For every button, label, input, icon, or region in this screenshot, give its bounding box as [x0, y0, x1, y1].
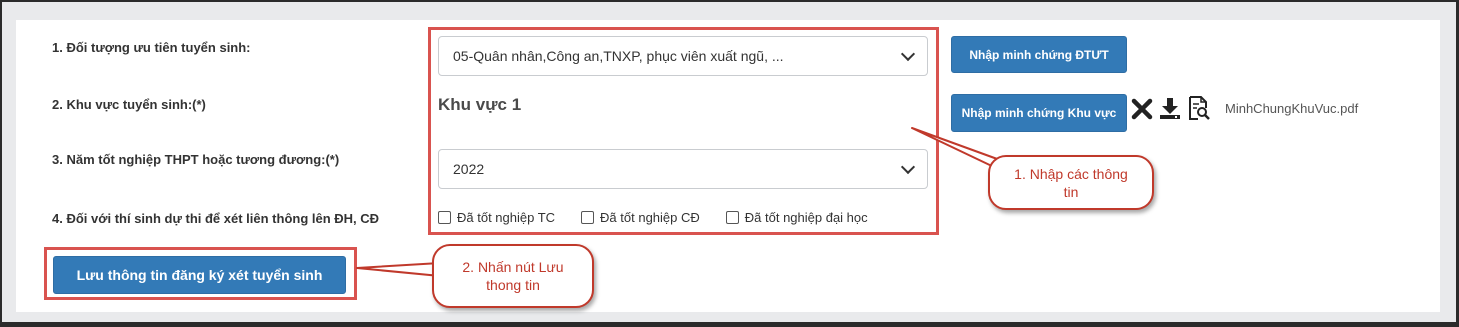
callout-2-pointer — [356, 262, 441, 277]
callout-step-1-text: 1. Nhập các thông tin — [1014, 165, 1128, 200]
callout-step-2: 2. Nhấn nút Lưu thong tin — [432, 244, 594, 308]
callout-step-2-text: 2. Nhấn nút Lưu thong tin — [462, 259, 564, 293]
callout-step-1: 1. Nhập các thông tin — [988, 155, 1154, 210]
callout-connectors — [356, 127, 1001, 277]
callout-1-pointer — [911, 127, 1001, 169]
